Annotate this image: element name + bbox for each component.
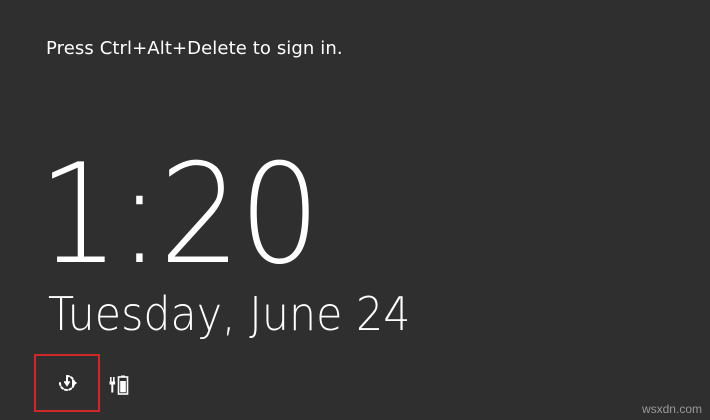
lock-screen[interactable]: Press Ctrl+Alt+Delete to sign in. 1:20 T… [0,0,710,420]
sign-in-prompt: Press Ctrl+Alt+Delete to sign in. [46,38,343,59]
battery-charging-icon [107,373,131,397]
network-button[interactable] [34,354,100,412]
watermark-text: wsxdn.com [641,402,702,416]
network-connection-icon [55,369,79,397]
clock-time: 1:20 [38,134,321,295]
clock-date: Tuesday, June 24 [48,287,411,341]
